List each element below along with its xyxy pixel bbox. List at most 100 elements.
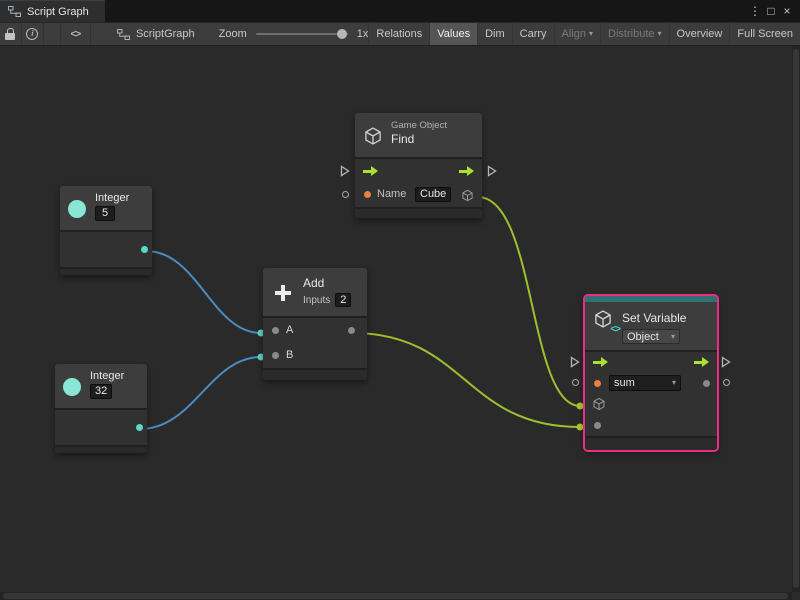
- inputs-count-field[interactable]: 2: [335, 293, 351, 307]
- integer-type-icon: [63, 378, 81, 396]
- string-port-dot[interactable]: [594, 380, 601, 387]
- output-port-dot[interactable]: [136, 424, 143, 431]
- name-value-field[interactable]: Cube: [415, 187, 451, 202]
- window-controls: ⋮ □ ×: [747, 0, 800, 22]
- integer-type-icon: [68, 200, 86, 218]
- values-button[interactable]: Values: [429, 23, 477, 45]
- brackets-icon: <>: [610, 324, 620, 335]
- graph-canvas[interactable]: Integer 5 Integer 32 Add: [0, 46, 800, 600]
- zoom-value: 1x: [357, 28, 369, 40]
- chevron-down-icon: ▾: [589, 30, 593, 38]
- carry-button[interactable]: Carry: [512, 23, 554, 45]
- variable-name-dropdown[interactable]: sum ▾: [609, 375, 681, 391]
- name-port-row: Name Cube: [355, 183, 482, 207]
- chevron-down-icon: ▾: [671, 333, 675, 341]
- input-port-dot[interactable]: [272, 352, 279, 359]
- fullscreen-button[interactable]: Full Screen: [729, 23, 800, 45]
- variable-scope-dropdown[interactable]: Object ▾: [622, 329, 680, 344]
- wire-find-to-setvariable-object[interactable]: [478, 197, 580, 406]
- value-output-circle[interactable]: [723, 379, 730, 386]
- flow-output-triangle[interactable]: [721, 356, 731, 368]
- node-integer-5[interactable]: Integer 5: [60, 186, 152, 275]
- object-cube-icon[interactable]: [592, 397, 606, 411]
- flow-input-triangle[interactable]: [570, 356, 580, 368]
- variable-name-row: sum ▾: [585, 373, 717, 394]
- result-cube-icon[interactable]: [461, 189, 474, 202]
- node-set-variable[interactable]: <> Set Variable Object ▾ sum ▾: [585, 296, 717, 450]
- node-header[interactable]: Integer 32: [55, 364, 147, 410]
- node-header[interactable]: Game Object Find: [355, 113, 482, 159]
- inspect-button[interactable]: [22, 23, 44, 45]
- node-add[interactable]: Add Inputs 2 A B: [263, 268, 367, 380]
- graph-icon: [117, 29, 130, 40]
- input-port-dot[interactable]: [272, 327, 279, 334]
- value-port-row: [585, 415, 717, 436]
- zoom-label: Zoom: [219, 28, 247, 40]
- distribute-button[interactable]: Distribute▾: [600, 23, 668, 45]
- overview-button[interactable]: Overview: [669, 23, 730, 45]
- node-title: Integer: [90, 370, 124, 382]
- vertical-scrollbar-thumb[interactable]: [793, 49, 799, 588]
- horizontal-scrollbar[interactable]: [0, 592, 792, 600]
- dim-button[interactable]: Dim: [477, 23, 512, 45]
- node-header[interactable]: <> Set Variable Object ▾: [585, 302, 717, 352]
- flow-output-triangle[interactable]: [487, 165, 497, 177]
- flow-out-arrow-icon[interactable]: [459, 166, 474, 177]
- maximize-icon[interactable]: □: [763, 0, 779, 22]
- node-gameobject-find[interactable]: Game Object Find Name Cube: [355, 113, 482, 218]
- info-icon: [26, 28, 38, 40]
- zoom-slider-knob[interactable]: [337, 29, 347, 39]
- graph-name: ScriptGraph: [136, 28, 195, 40]
- tab-script-graph[interactable]: Script Graph: [0, 0, 105, 22]
- wire-integer5-to-add-a[interactable]: [146, 251, 261, 333]
- zoom-slider[interactable]: [256, 27, 348, 41]
- window-menu-icon[interactable]: ⋮: [747, 0, 763, 22]
- output-port-dot[interactable]: [141, 246, 148, 253]
- horizontal-scrollbar-thumb[interactable]: [3, 593, 788, 599]
- script-graph-icon: [8, 6, 21, 17]
- port-row-a: A: [263, 318, 367, 343]
- variable-icon: <>: [593, 309, 617, 333]
- node-title: Find: [391, 132, 414, 146]
- node-footer: [263, 368, 367, 380]
- output-port-dot[interactable]: [348, 327, 355, 334]
- graph-toolbar: ScriptGraph Zoom 1x Relations Values Dim…: [0, 22, 800, 46]
- flow-out-arrow-icon[interactable]: [694, 357, 709, 368]
- wire-endpoint-dot[interactable]: [577, 424, 584, 431]
- flow-in-arrow-icon[interactable]: [363, 166, 378, 177]
- wire-integer32-to-add-b[interactable]: [140, 357, 261, 429]
- close-icon[interactable]: ×: [779, 0, 795, 22]
- node-category: Game Object: [391, 120, 447, 131]
- flow-port-row: [585, 352, 717, 373]
- integer-value-field[interactable]: 32: [90, 384, 112, 399]
- graph-breadcrumb[interactable]: ScriptGraph: [117, 28, 195, 40]
- value-input-circle[interactable]: [572, 379, 579, 386]
- wire-add-to-setvariable-value[interactable]: [352, 333, 580, 427]
- output-port-dot[interactable]: [703, 380, 710, 387]
- edit-source-button[interactable]: [60, 23, 91, 45]
- node-footer: [55, 445, 147, 453]
- flow-input-triangle[interactable]: [340, 165, 350, 177]
- relations-button[interactable]: Relations: [368, 23, 429, 45]
- node-integer-32[interactable]: Integer 32: [55, 364, 147, 453]
- name-label: Name: [377, 188, 406, 200]
- node-header[interactable]: Add Inputs 2: [263, 268, 367, 318]
- node-title: Add: [303, 276, 351, 290]
- add-icon: [273, 283, 293, 303]
- inputs-label: Inputs: [303, 295, 330, 306]
- string-port-dot[interactable]: [364, 191, 371, 198]
- integer-value-field[interactable]: 5: [95, 206, 115, 221]
- port-label: A: [286, 324, 293, 336]
- node-header[interactable]: Integer 5: [60, 186, 152, 232]
- vertical-scrollbar[interactable]: [792, 46, 800, 592]
- tab-title: Script Graph: [27, 6, 89, 18]
- lock-button[interactable]: [0, 23, 22, 45]
- flow-in-arrow-icon[interactable]: [593, 357, 608, 368]
- value-input-circle[interactable]: [342, 191, 349, 198]
- gameobject-cube-icon: [363, 126, 383, 146]
- zoom-slider-track[interactable]: [256, 33, 348, 35]
- output-port-row: [60, 232, 152, 267]
- align-button[interactable]: Align▾: [554, 23, 600, 45]
- input-port-dot[interactable]: [594, 422, 601, 429]
- wire-endpoint-dot[interactable]: [577, 403, 584, 410]
